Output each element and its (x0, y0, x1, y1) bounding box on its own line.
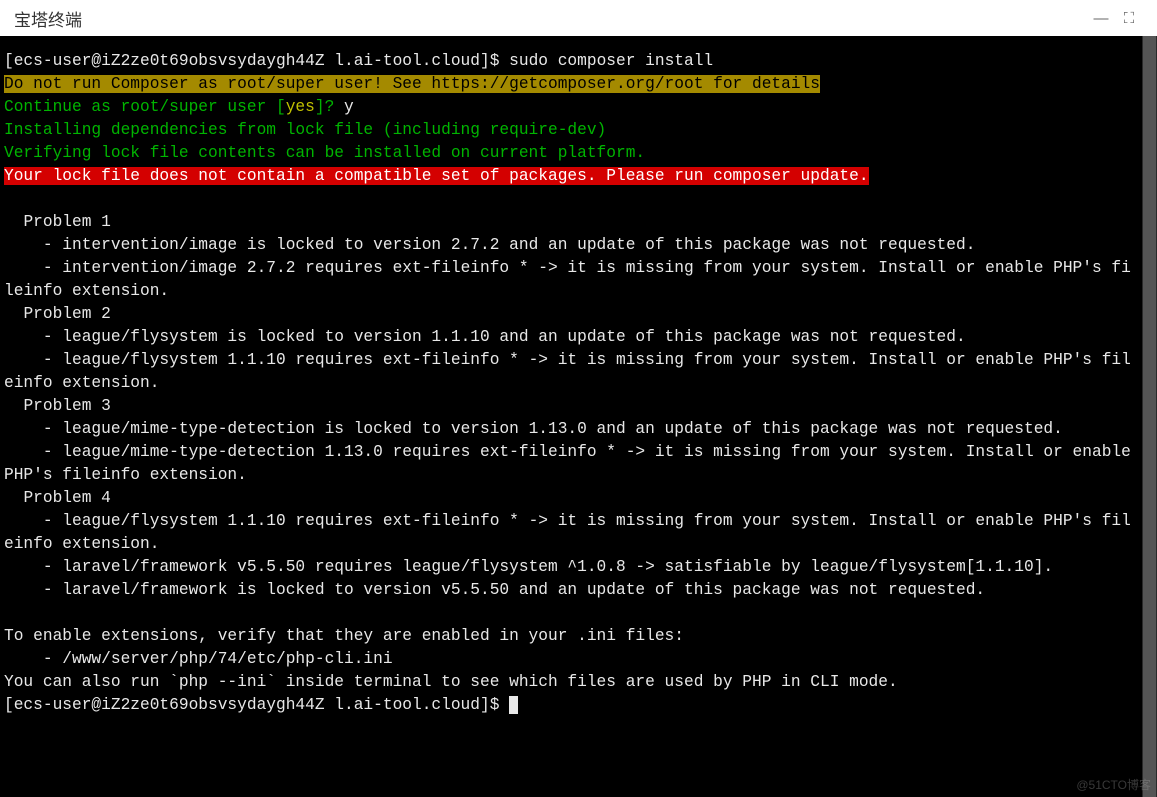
continue-answer: y (344, 98, 354, 116)
install-deps-line: Installing dependencies from lock file (… (4, 121, 606, 139)
window-title: 宝塔终端 (14, 6, 82, 31)
continue-default: yes (286, 98, 315, 116)
problem-2-line: - league/flysystem is locked to version … (4, 328, 966, 346)
problem-4-line: - laravel/framework is locked to version… (4, 581, 985, 599)
problem-1-line: - intervention/image 2.7.2 requires ext-… (4, 259, 1131, 300)
ini-path-line: - /www/server/php/74/etc/php-cli.ini (4, 650, 393, 668)
scrollbar-thumb[interactable] (1143, 36, 1156, 797)
continue-prompt: Continue as root/super user [ (4, 98, 286, 116)
problem-1-header: Problem 1 (4, 213, 111, 231)
terminal-cursor (509, 696, 518, 714)
blank-line (4, 604, 14, 622)
command-text: sudo composer install (509, 52, 713, 70)
problem-4-header: Problem 4 (4, 489, 111, 507)
problem-1-line: - intervention/image is locked to versio… (4, 236, 975, 254)
terminal-output[interactable]: [ecs-user@iZ2ze0t69obsvsydaygh44Z l.ai-t… (4, 50, 1157, 717)
also-run-line: You can also run `php --ini` inside term… (4, 673, 898, 691)
watermark-text: @51CTO博客 (1076, 776, 1151, 793)
blank-line (4, 190, 14, 208)
problem-2-header: Problem 2 (4, 305, 111, 323)
problem-3-line: - league/mime-type-detection 1.13.0 requ… (4, 443, 1141, 484)
problem-3-line: - league/mime-type-detection is locked t… (4, 420, 1063, 438)
problem-4-line: - league/flysystem 1.1.10 requires ext-f… (4, 512, 1131, 553)
minimize-button[interactable]: — (1087, 10, 1115, 27)
root-warning-line: Do not run Composer as root/super user! … (4, 75, 820, 93)
problem-3-header: Problem 3 (4, 397, 111, 415)
lock-error-line: Your lock file does not contain a compat… (4, 167, 869, 185)
scrollbar-track[interactable] (1142, 36, 1157, 797)
enable-ext-line: To enable extensions, verify that they a… (4, 627, 684, 645)
window-titlebar: 宝塔终端 — ⛶ (0, 0, 1157, 36)
problem-4-line: - laravel/framework v5.5.50 requires lea… (4, 558, 1053, 576)
problem-2-line: - league/flysystem 1.1.10 requires ext-f… (4, 351, 1131, 392)
verify-line: Verifying lock file contents can be inst… (4, 144, 645, 162)
expand-button[interactable]: ⛶ (1115, 10, 1143, 27)
continue-prompt-end: ]? (315, 98, 344, 116)
terminal-area[interactable]: [ecs-user@iZ2ze0t69obsvsydaygh44Z l.ai-t… (0, 36, 1157, 797)
shell-prompt: [ecs-user@iZ2ze0t69obsvsydaygh44Z l.ai-t… (4, 696, 509, 714)
shell-prompt: [ecs-user@iZ2ze0t69obsvsydaygh44Z l.ai-t… (4, 52, 509, 70)
